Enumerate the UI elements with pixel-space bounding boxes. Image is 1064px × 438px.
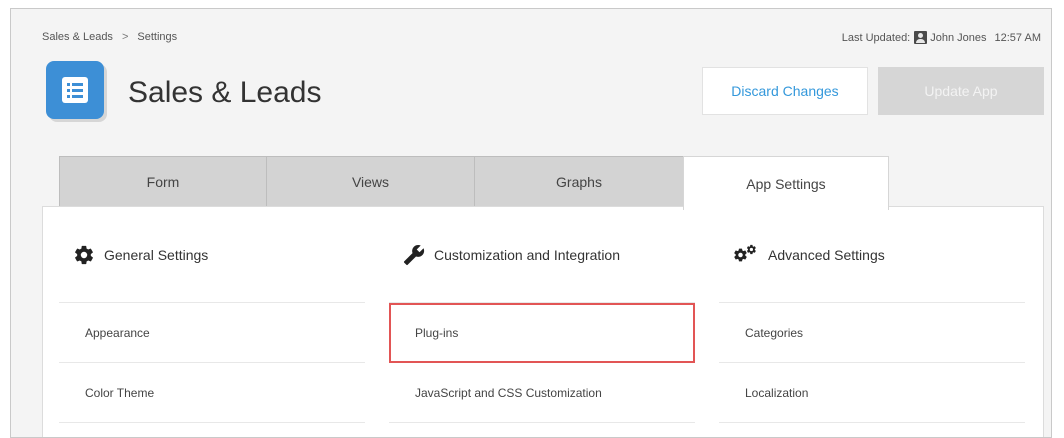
settings-link-localization[interactable]: Localization	[719, 363, 1025, 423]
section-title: Advanced Settings	[768, 246, 885, 263]
settings-link-categories[interactable]: Categories	[719, 303, 1025, 363]
tab-form[interactable]: Form	[59, 156, 267, 208]
customization-integration-section: Customization and Integration Plug-ins J…	[389, 207, 695, 423]
user-icon	[914, 31, 928, 44]
discard-changes-button[interactable]: Discard Changes	[702, 67, 868, 115]
app-window: Sales & Leads > Settings Last Updated: Joh…	[10, 8, 1052, 438]
tab-views[interactable]: Views	[266, 156, 475, 208]
breadcrumb-separator: >	[121, 31, 129, 43]
breadcrumb-parent-link[interactable]: Sales & Leads	[42, 31, 113, 43]
tab-app-settings[interactable]: App Settings	[683, 156, 889, 210]
section-title: General Settings	[104, 246, 209, 263]
list-document-icon	[46, 61, 104, 119]
settings-link-appearance[interactable]: Appearance	[59, 303, 365, 363]
settings-link-plug-ins[interactable]: Plug-ins	[389, 303, 695, 363]
settings-panel: General Settings Appearance Color Theme …	[42, 206, 1044, 437]
gear-icon	[75, 245, 93, 264]
section-header: Customization and Integration	[389, 207, 695, 303]
tab-graphs[interactable]: Graphs	[474, 156, 684, 208]
last-updated-info: Last Updated: John Jones 12:57 AM	[842, 31, 1041, 44]
breadcrumb: Sales & Leads > Settings	[42, 31, 177, 43]
section-title: Customization and Integration	[434, 246, 620, 263]
last-updated-user[interactable]: John Jones	[930, 32, 986, 44]
last-updated-time: 12:57 AM	[994, 31, 1041, 44]
app-title: Sales & Leads	[128, 76, 322, 109]
general-settings-section: General Settings Appearance Color Theme	[59, 207, 365, 423]
update-app-button[interactable]: Update App	[878, 67, 1044, 115]
settings-link-js-css-customization[interactable]: JavaScript and CSS Customization	[389, 363, 695, 423]
gears-icon	[734, 244, 756, 261]
settings-link-color-theme[interactable]: Color Theme	[59, 363, 365, 423]
breadcrumb-current: Settings	[137, 31, 178, 43]
section-header: General Settings	[59, 207, 365, 303]
advanced-settings-section: Advanced Settings Categories Localizatio…	[719, 207, 1025, 423]
last-updated-label: Last Updated:	[841, 31, 911, 44]
wrench-icon	[403, 244, 425, 265]
section-header: Advanced Settings	[719, 207, 1025, 303]
